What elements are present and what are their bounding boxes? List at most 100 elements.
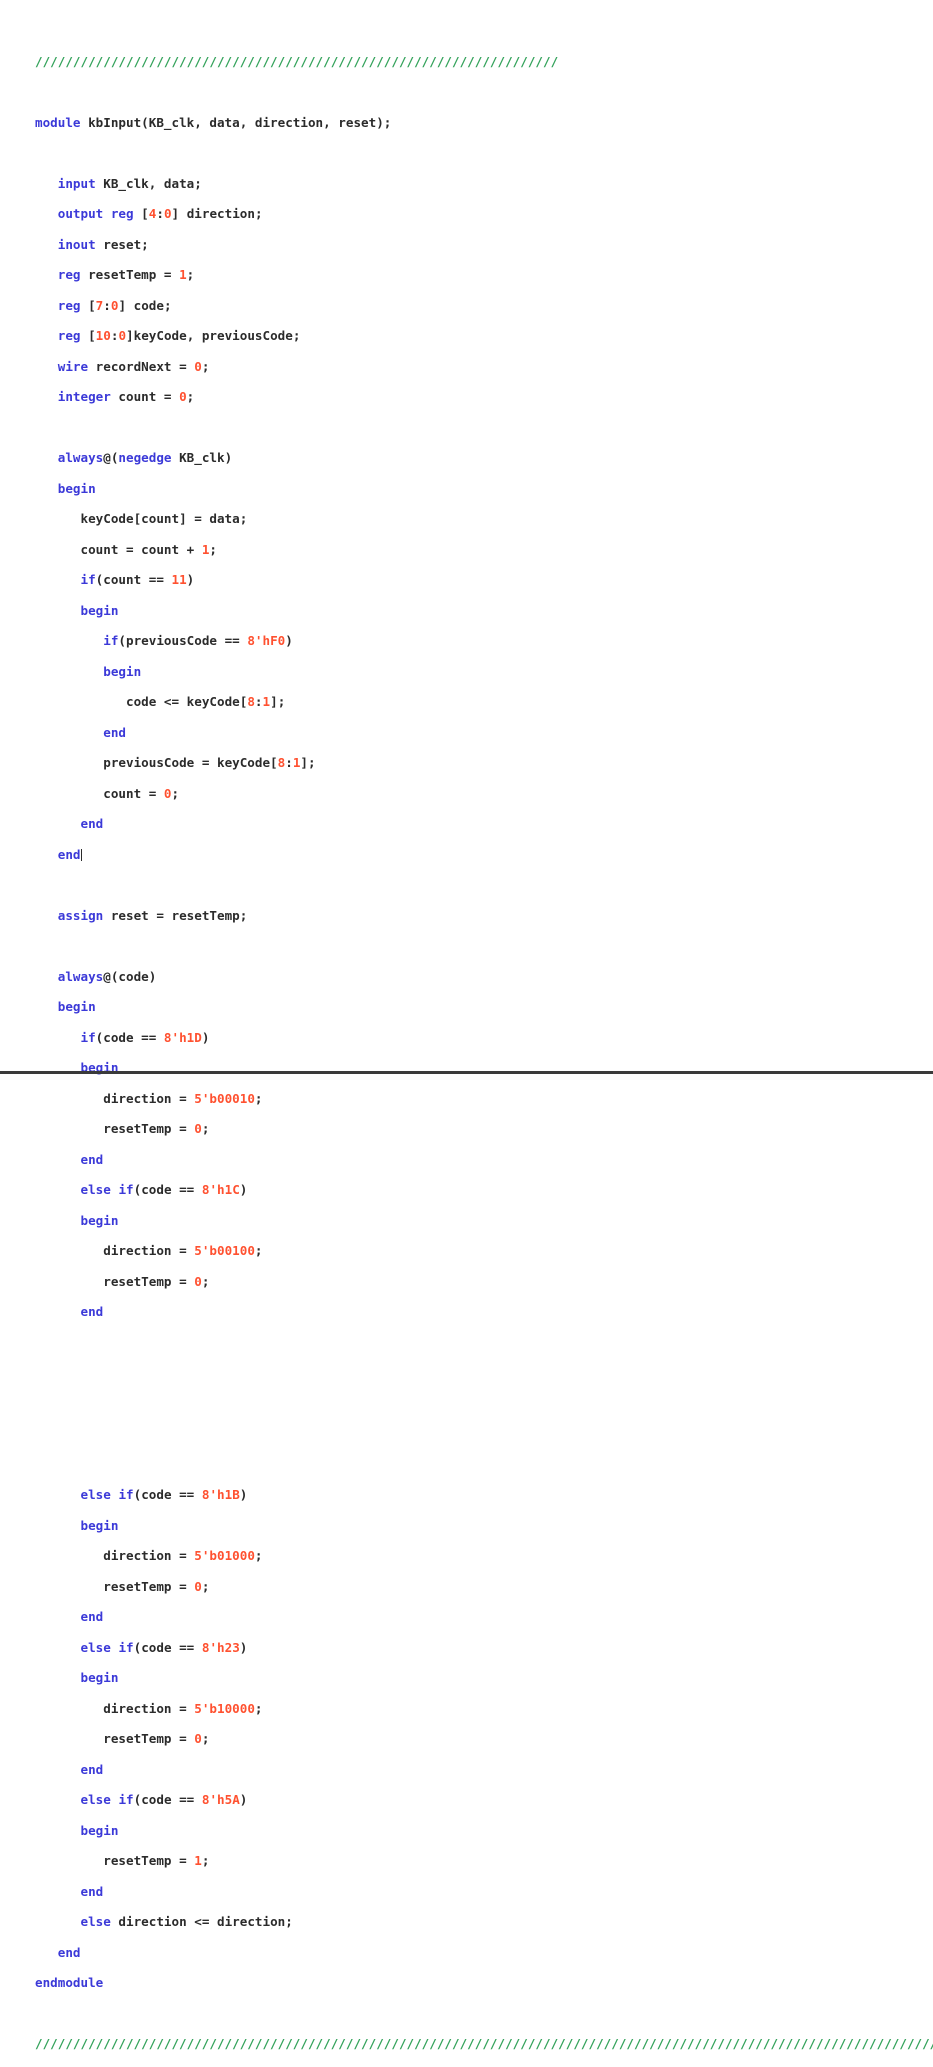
code-token-num: 1 xyxy=(262,694,271,710)
code-line: count = 0; xyxy=(35,786,925,801)
code-token-kw: end xyxy=(80,1304,104,1320)
code-token-id: ; xyxy=(254,1090,263,1106)
code-line: else if(code == 8'h5A) xyxy=(35,1792,925,1807)
code-token-kw: reg xyxy=(57,267,81,283)
code-token-id: ; xyxy=(201,1731,210,1747)
code-token-kw: if xyxy=(118,1792,134,1808)
code-token-kw: if xyxy=(80,572,96,588)
code-token-id: resetTemp = xyxy=(103,1731,195,1747)
code-token-kw: end xyxy=(80,1761,104,1777)
code-token-id: : xyxy=(156,206,164,222)
code-token-id: (count == xyxy=(95,572,172,588)
code-token-id: ) xyxy=(285,633,293,649)
code-token-id: ) xyxy=(186,572,195,588)
code-token-id: ]; xyxy=(270,694,286,710)
code-line: ////////////////////////////////////////… xyxy=(35,2036,933,2051)
text-cursor-caret xyxy=(80,848,82,861)
code-line: else if(code == 8'h23) xyxy=(35,1640,925,1655)
code-token-id: kbInput(KB_clk, data, direction, reset); xyxy=(80,114,392,130)
code-token-kw: module xyxy=(35,114,81,130)
code-line: else if(code == 8'h1B) xyxy=(35,1487,925,1502)
code-token-id: (code == xyxy=(95,1029,164,1045)
code-token-num: 0 xyxy=(194,1578,202,1594)
code-line: count = count + 1; xyxy=(35,542,925,557)
code-token-num: 8'h1D xyxy=(163,1029,202,1045)
code-token-id: ; xyxy=(201,1578,210,1594)
code-token-kw: end xyxy=(80,1151,104,1167)
code-line: reg [10:0]keyCode, previousCode; xyxy=(35,328,925,343)
code-line: ​ xyxy=(35,877,925,892)
code-token-id: ; xyxy=(201,1121,210,1137)
page-bottom-rule xyxy=(0,1071,933,1074)
code-token-id: previousCode = keyCode[ xyxy=(103,755,278,771)
code-line: ​ xyxy=(35,1396,925,1411)
code-token-kw: if xyxy=(118,1182,134,1198)
code-token-num: 8 xyxy=(247,694,255,710)
code-token-kw: begin xyxy=(57,480,96,496)
code-token-kw: end xyxy=(80,1883,104,1899)
code-token-kw: else xyxy=(80,1914,111,1930)
code-line: end xyxy=(35,1304,925,1319)
code-token-id: ) xyxy=(239,1487,248,1503)
code-line: keyCode[count] = data; xyxy=(35,511,925,526)
code-token-kw: reg xyxy=(57,328,81,344)
code-token-num: 8'hF0 xyxy=(247,633,286,649)
code-token-id: ]; xyxy=(300,755,316,771)
code-token-kw: end xyxy=(57,1944,81,1960)
verilog-source-code[interactable]: ////////////////////////////////////////… xyxy=(35,53,933,2067)
code-token-kw: reg xyxy=(57,297,81,313)
code-line: ​ xyxy=(35,145,925,160)
code-line: begin xyxy=(35,664,925,679)
code-token-kw: integer xyxy=(57,389,111,405)
code-line: integer count = 0; xyxy=(35,389,925,404)
code-token-id: direction = xyxy=(103,1243,195,1259)
code-token-kw: begin xyxy=(103,663,142,679)
code-line: end xyxy=(35,1945,925,1960)
code-token-id: resetTemp = xyxy=(103,1853,195,1869)
code-token-kw: begin xyxy=(80,1517,119,1533)
code-line: end xyxy=(35,816,925,831)
code-token-kw: else xyxy=(80,1639,111,1655)
code-token-id: resetTemp = xyxy=(80,267,180,283)
code-token-id: @(code) xyxy=(103,968,157,984)
code-token-id: ) xyxy=(239,1182,248,1198)
code-token-kw: if xyxy=(80,1029,96,1045)
code-token-cmt: ////////////////////////////////////////… xyxy=(35,2036,933,2052)
code-line: end xyxy=(35,725,925,740)
code-line: always@(code) xyxy=(35,969,925,984)
code-line: resetTemp = 0; xyxy=(35,1274,925,1289)
code-token-id: [ xyxy=(80,297,96,313)
code-token-id: (code == xyxy=(133,1639,202,1655)
code-token-kw: always xyxy=(57,968,104,984)
code-line: ​ xyxy=(35,938,925,953)
code-token-num: 10 xyxy=(95,328,111,344)
code-token-id: ; xyxy=(186,267,195,283)
code-line: ​ xyxy=(35,84,925,99)
code-line: reg resetTemp = 1; xyxy=(35,267,925,282)
code-line: else direction <= direction; xyxy=(35,1914,925,1929)
code-token-id xyxy=(111,1640,119,1655)
code-token-cmt: ////////////////////////////////////////… xyxy=(35,53,559,69)
code-token-num: 0 xyxy=(194,1121,202,1137)
code-token-kw: end xyxy=(80,816,104,832)
code-line: wire recordNext = 0; xyxy=(35,359,925,374)
code-token-kw: always xyxy=(57,450,104,466)
code-token-id: (code == xyxy=(133,1792,202,1808)
code-token-id: count = count + xyxy=(80,541,202,557)
code-line: begin xyxy=(35,1213,925,1228)
code-token-num: 8'h5A xyxy=(201,1792,240,1808)
